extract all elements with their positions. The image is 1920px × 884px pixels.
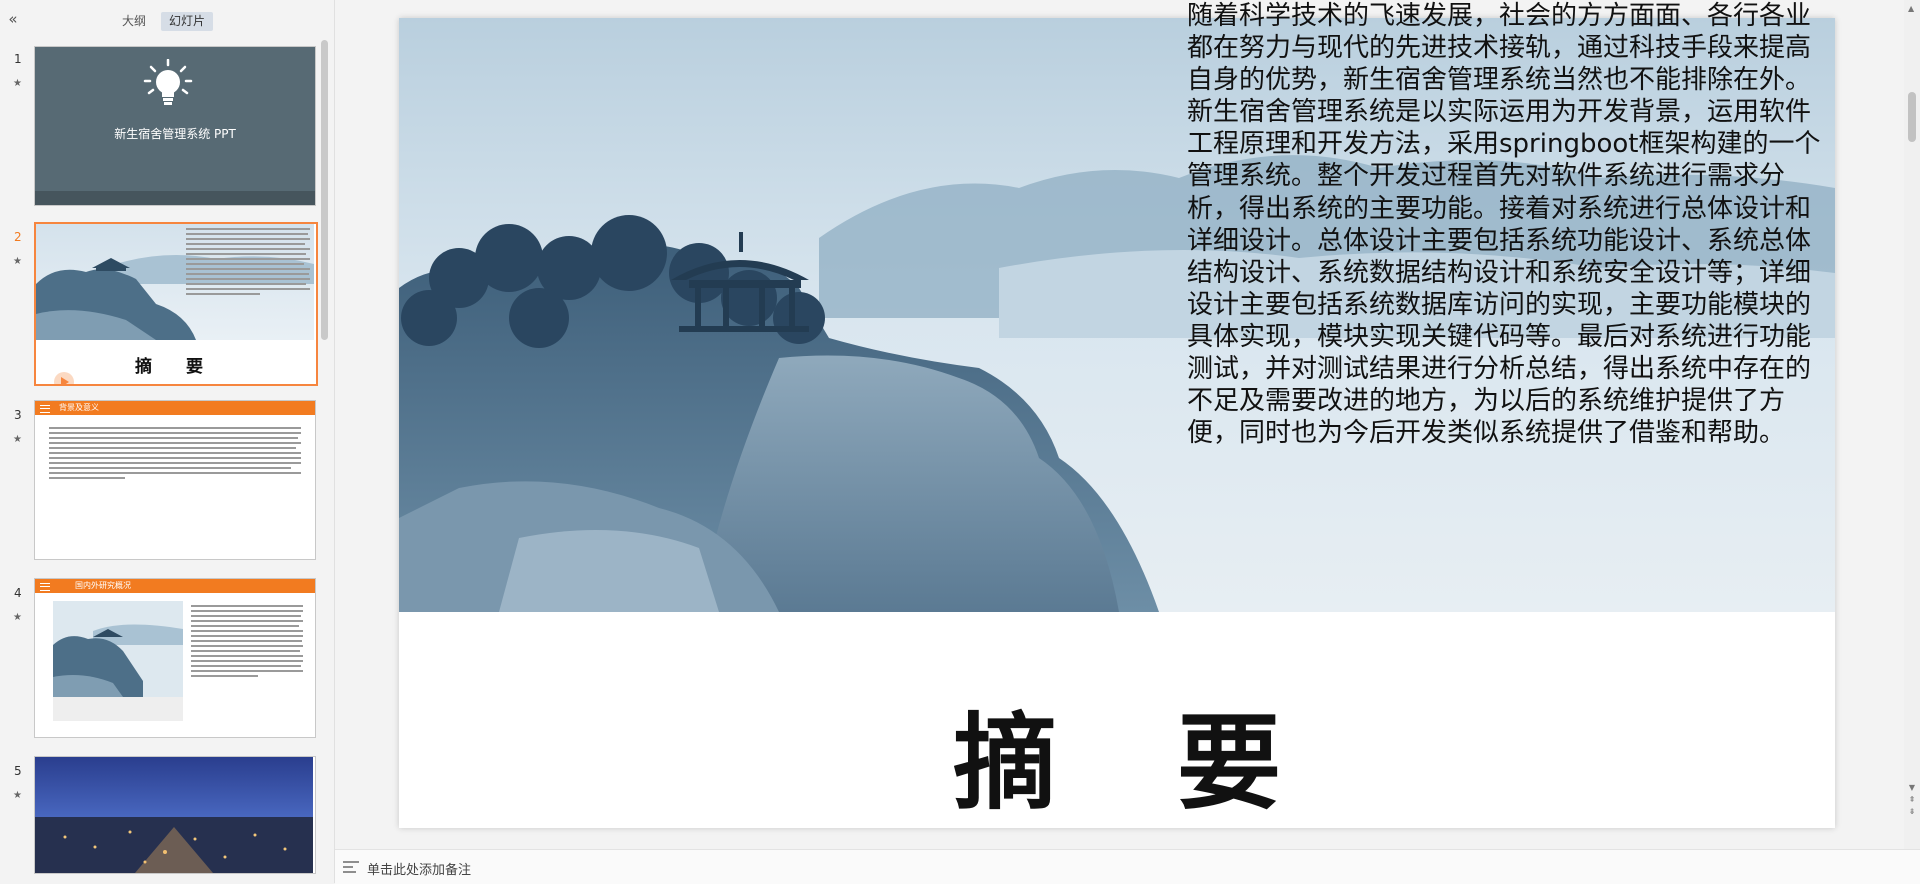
slide-number: 3	[14, 408, 22, 422]
animation-star-icon: ★	[13, 612, 22, 623]
slide-number: 4	[14, 586, 22, 600]
slide-number: 2	[14, 230, 22, 244]
image-reflection	[53, 697, 183, 721]
double-chevron-left-icon[interactable]: «	[4, 10, 22, 28]
city-night-thumbnail-image	[35, 757, 313, 873]
slide-nav-arrows: ▼ ⇞ ⇟	[1907, 782, 1917, 818]
prev-slide-icon[interactable]: ⇞	[1907, 794, 1917, 806]
slide-thumbnail-4[interactable]: 国内外研究概况	[34, 578, 316, 738]
lightbulb-icon	[143, 59, 193, 105]
scrollbar-thumb[interactable]	[1908, 92, 1916, 142]
menu-icon	[40, 583, 50, 591]
notes-placeholder[interactable]: 单击此处添加备注	[367, 859, 471, 878]
slide-thumbnail-1[interactable]: 新生宿舍管理系统 PPT	[34, 46, 316, 206]
slide-number: 5	[14, 764, 22, 778]
slide-thumbnail-5[interactable]	[34, 756, 316, 874]
slide-thumbnail-2[interactable]: 摘 要	[34, 222, 318, 386]
tab-outline[interactable]: 大纲	[114, 12, 154, 31]
scroll-up-arrow-icon[interactable]: ▲	[1908, 4, 1914, 13]
slide-editing-area: 随着科学技术的飞速发展，社会的方方面面、各行各业都在努力与现代的先进技术接轨，通…	[335, 0, 1904, 849]
thumbnail-scrollbar[interactable]	[321, 40, 328, 340]
thumbnail-header-label: 背景及意义	[59, 403, 99, 412]
animation-star-icon: ★	[13, 78, 22, 89]
scroll-down-arrow-icon[interactable]: ▼	[1907, 782, 1917, 794]
vertical-scrollbar[interactable]: ▲ ▼ ⇞ ⇟	[1904, 0, 1920, 849]
thumbnail-title: 摘 要	[135, 357, 217, 377]
notes-bar[interactable]: 单击此处添加备注	[335, 849, 1920, 884]
thumbnail-header-bar: 背景及意义	[35, 401, 315, 415]
slide-body-text[interactable]: 随着科学技术的飞速发展，社会的方方面面、各行各业都在努力与现代的先进技术接轨，通…	[1187, 0, 1823, 449]
thumbnail-footer-bar	[35, 191, 315, 205]
animation-star-icon: ★	[13, 256, 22, 267]
thumbnail-header-label: 国内外研究概况	[75, 581, 131, 590]
slide-number: 1	[14, 52, 22, 66]
landscape-thumbnail-image	[53, 601, 183, 697]
current-slide[interactable]: 随着科学技术的飞速发展，社会的方方面面、各行各业都在努力与现代的先进技术接轨，通…	[399, 1, 1835, 829]
next-slide-icon[interactable]: ⇟	[1907, 806, 1917, 818]
thumbnail-header-bar: 国内外研究概况	[35, 579, 315, 593]
menu-icon	[40, 405, 50, 413]
slide-thumbnail-3[interactable]: 背景及意义	[34, 400, 316, 560]
thumbnail-text-lines	[49, 427, 301, 482]
slide-title[interactable]: 摘要	[399, 678, 1835, 829]
slide-thumbnail-panel: « 大纲 幻灯片 1 ★ 新生宿舍管理系统 PPT 2 ★ 摘 要 3 ★ 背景…	[0, 0, 335, 883]
animation-star-icon: ★	[13, 434, 22, 445]
thumbnail-title: 新生宿舍管理系统 PPT	[114, 127, 236, 141]
notes-icon	[343, 861, 359, 873]
tab-slides[interactable]: 幻灯片	[161, 12, 214, 31]
animation-star-icon: ★	[13, 790, 22, 801]
play-animation-icon[interactable]	[54, 372, 74, 384]
thumbnail-text-lines	[191, 605, 303, 680]
thumbnail-text-lines	[186, 228, 310, 298]
